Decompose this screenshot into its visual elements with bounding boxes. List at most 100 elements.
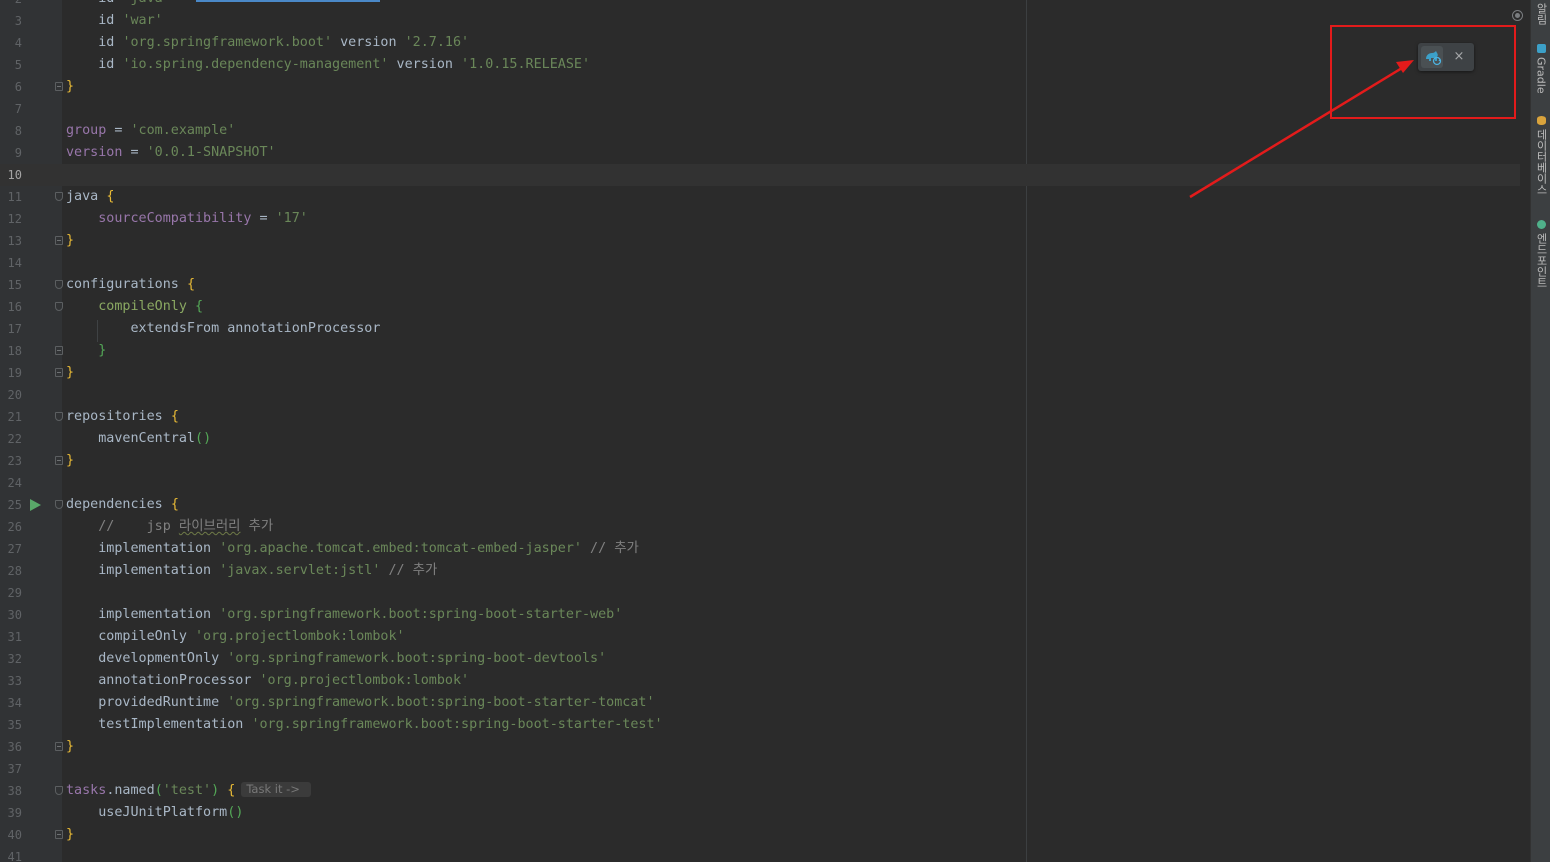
fold-marker-icon[interactable]	[55, 456, 63, 465]
code-text: id 'java'	[66, 0, 171, 10]
code-editor[interactable]: 2 id 'java'3 id 'war'4 id 'org.springfra…	[0, 0, 1530, 862]
tool-tab-notifications[interactable]: 알림	[1532, 3, 1550, 25]
code-line[interactable]: 17 extendsFrom annotationProcessor	[0, 318, 1520, 340]
fold-marker-icon[interactable]	[55, 368, 63, 377]
code-line[interactable]: 11 java {	[0, 186, 1520, 208]
line-number: 13	[7, 234, 22, 248]
fold-marker-icon[interactable]	[55, 82, 63, 91]
code-text: developmentOnly 'org.springframework.boo…	[98, 651, 607, 666]
tool-tab-label: Gradle	[1534, 57, 1548, 94]
code-line[interactable]: 9 version = '0.0.1-SNAPSHOT'	[0, 142, 1520, 164]
code-line[interactable]: 32 developmentOnly 'org.springframework.…	[0, 648, 1520, 670]
code-text: providedRuntime 'org.springframework.boo…	[98, 695, 655, 710]
code-line[interactable]: 5 id 'io.spring.dependency-management' v…	[0, 54, 1520, 76]
line-number: 27	[7, 542, 22, 556]
code-line[interactable]: 34 providedRuntime 'org.springframework.…	[0, 692, 1520, 714]
line-number: 10	[7, 168, 22, 182]
code-text: }	[66, 453, 75, 468]
code-text: implementation 'org.apache.tomcat.embed:…	[98, 541, 639, 556]
code-line[interactable]: 12 sourceCompatibility = '17'	[0, 208, 1520, 230]
code-line[interactable]: 14	[0, 252, 1520, 274]
line-number: 14	[7, 256, 22, 270]
code-text: id 'io.spring.dependency-management' ver…	[98, 57, 591, 72]
code-line[interactable]: 40}	[0, 824, 1520, 846]
tool-tab-gradle[interactable]: Gradle	[1532, 44, 1550, 94]
code-line[interactable]: 39 useJUnitPlatform()	[0, 802, 1520, 824]
code-line[interactable]: 22 mavenCentral()	[0, 428, 1520, 450]
code-line[interactable]: 19}	[0, 362, 1520, 384]
code-line[interactable]: 26 // jsp 라이브러리 추가	[0, 516, 1520, 538]
code-line[interactable]: 31 compileOnly 'org.projectlombok:lombok…	[0, 626, 1520, 648]
code-text: implementation 'org.springframework.boot…	[98, 607, 623, 622]
code-line[interactable]: 35 testImplementation 'org.springframewo…	[0, 714, 1520, 736]
code-line[interactable]: 20	[0, 384, 1520, 406]
code-text: }	[66, 79, 75, 94]
code-line[interactable]: 18 }	[0, 340, 1520, 362]
code-line[interactable]: 33 annotationProcessor 'org.projectlombo…	[0, 670, 1520, 692]
line-number: 9	[14, 146, 22, 160]
fold-marker-icon[interactable]	[55, 500, 63, 509]
code-line[interactable]: 23}	[0, 450, 1520, 472]
code-line[interactable]: 13}	[0, 230, 1520, 252]
gradle-sync-icon	[1426, 51, 1442, 66]
code-line[interactable]: 6}	[0, 76, 1520, 98]
code-text: id 'org.springframework.boot' version '2…	[98, 35, 470, 50]
line-number: 22	[7, 432, 22, 446]
fold-marker-icon[interactable]	[55, 302, 63, 311]
inlay-hint[interactable]: Task it ->	[241, 782, 311, 797]
code-text: testImplementation 'org.springframework.…	[98, 717, 663, 732]
fold-marker-icon[interactable]	[55, 786, 63, 795]
inspection-widget-icon[interactable]	[1512, 10, 1523, 21]
line-number: 19	[7, 366, 22, 380]
endpoints-icon	[1536, 220, 1546, 229]
load-gradle-changes-button[interactable]	[1421, 46, 1443, 68]
line-number: 2	[0, 0, 22, 10]
code-line[interactable]: 7	[0, 98, 1520, 120]
fold-marker-icon[interactable]	[55, 346, 63, 355]
gradle-load-changes-popup: ×	[1418, 43, 1474, 71]
code-line[interactable]: 29	[0, 582, 1520, 604]
code-line[interactable]: 24	[0, 472, 1520, 494]
code-text: }	[66, 827, 75, 842]
line-number: 37	[7, 762, 22, 776]
close-popup-button[interactable]: ×	[1451, 46, 1467, 68]
line-number: 20	[7, 388, 22, 402]
code-text: // jsp 라이브러리 추가	[98, 519, 274, 534]
code-line[interactable]: 25 dependencies {	[0, 494, 1520, 516]
line-number: 7	[14, 102, 22, 116]
code-line[interactable]: 21 repositories {	[0, 406, 1520, 428]
fold-marker-icon[interactable]	[55, 742, 63, 751]
code-line[interactable]: 3 id 'war'	[0, 10, 1520, 32]
code-line[interactable]: 16 compileOnly {	[0, 296, 1520, 318]
code-text: tasks.named('test') {Task it ->	[66, 780, 311, 802]
code-line[interactable]: 36}	[0, 736, 1520, 758]
code-line[interactable]: 28 implementation 'javax.servlet:jstl' /…	[0, 560, 1520, 582]
code-line[interactable]: 30 implementation 'org.springframework.b…	[0, 604, 1520, 626]
code-text: id 'war'	[98, 13, 163, 28]
code-text: mavenCentral()	[98, 431, 212, 446]
fold-marker-icon[interactable]	[55, 236, 63, 245]
editor-scrollbar[interactable]	[1515, 0, 1530, 862]
tool-tab-database[interactable]: 데이터베이스	[1532, 116, 1550, 195]
fold-marker-icon[interactable]	[55, 280, 63, 289]
code-line[interactable]: 41	[0, 846, 1520, 862]
line-number: 34	[7, 696, 22, 710]
line-number: 39	[7, 806, 22, 820]
code-text: dependencies {	[66, 497, 179, 512]
tool-tab-endpoints[interactable]: 엔드포인트	[1532, 220, 1550, 288]
fold-marker-icon[interactable]	[55, 412, 63, 421]
code-line[interactable]: 38 tasks.named('test') {Task it ->	[0, 780, 1520, 802]
code-text: implementation 'javax.servlet:jstl' // 추…	[98, 563, 438, 578]
line-number: 6	[14, 80, 22, 94]
code-line[interactable]: 2 id 'java'	[0, 0, 1520, 10]
code-line[interactable]: 15 configurations {	[0, 274, 1520, 296]
code-line[interactable]: 37	[0, 758, 1520, 780]
line-number: 15	[7, 278, 22, 292]
fold-marker-icon[interactable]	[55, 192, 63, 201]
code-line[interactable]: 4 id 'org.springframework.boot' version …	[0, 32, 1520, 54]
code-line[interactable]: 27 implementation 'org.apache.tomcat.emb…	[0, 538, 1520, 560]
fold-marker-icon[interactable]	[55, 830, 63, 839]
run-gutter-icon[interactable]	[30, 499, 41, 511]
code-line[interactable]: 10	[0, 164, 1520, 186]
code-line[interactable]: 8 group = 'com.example'	[0, 120, 1520, 142]
